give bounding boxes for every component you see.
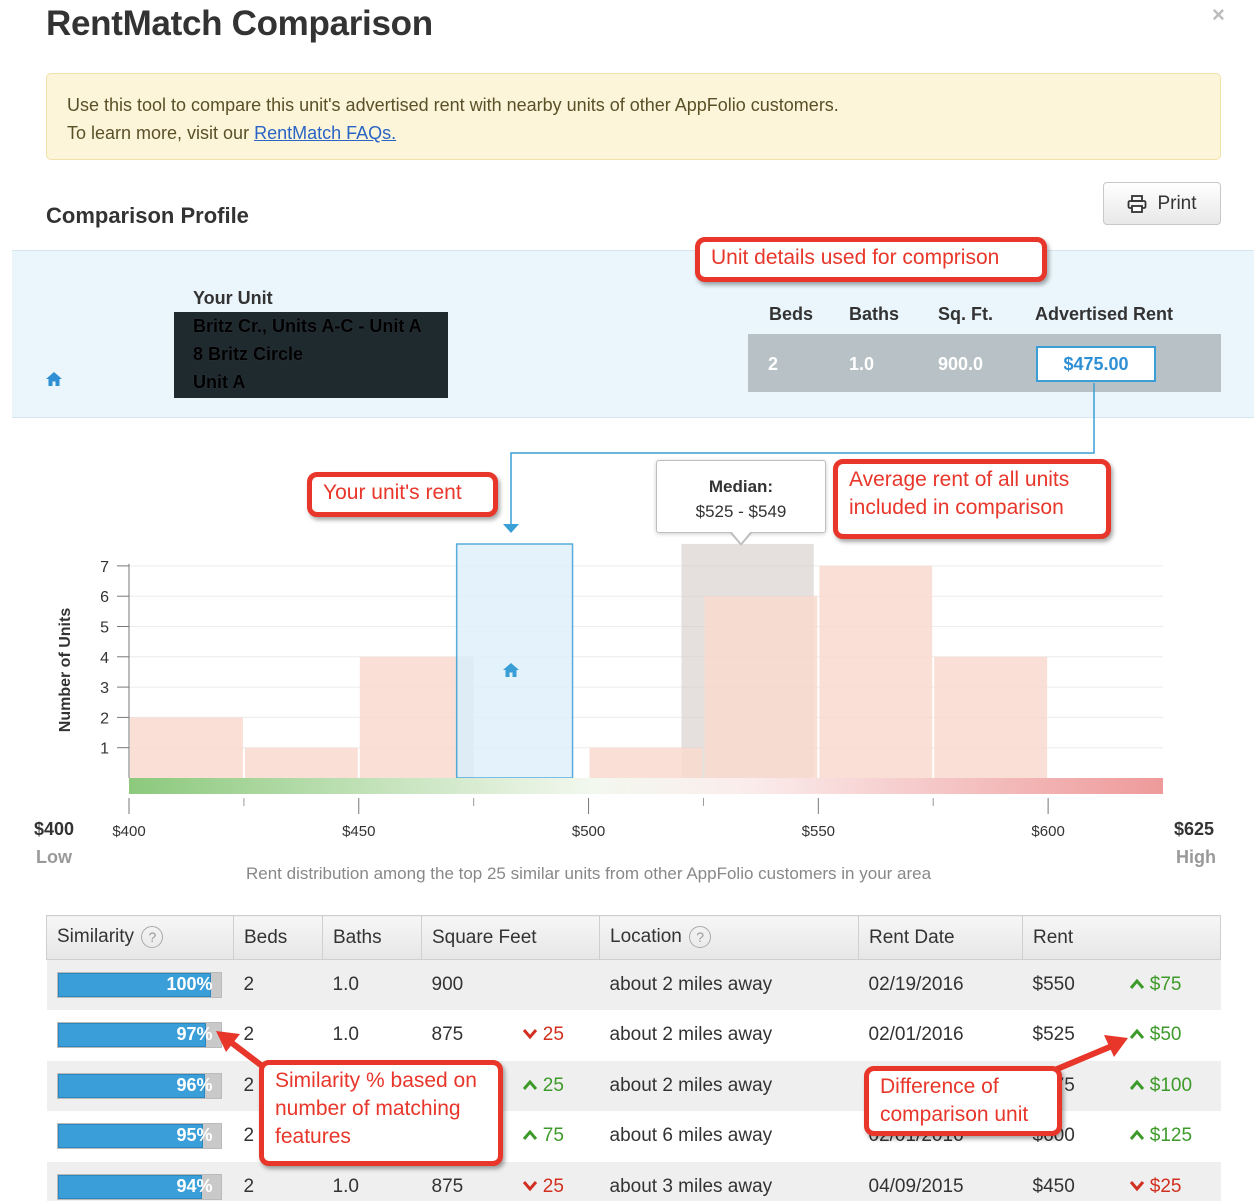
callout-difference: Difference of comparison unit	[864, 1066, 1062, 1136]
callout-similarity: Similarity % based on number of matching…	[259, 1060, 503, 1166]
table-annotation-arrows	[216, 1031, 1128, 1075]
